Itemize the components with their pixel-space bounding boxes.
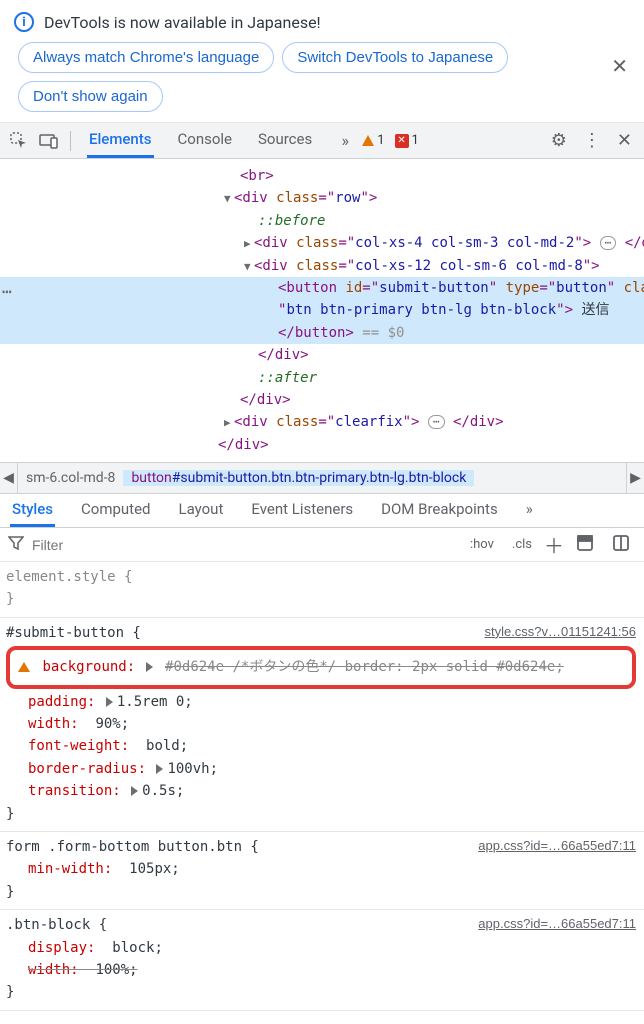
dont-show-again-button[interactable]: Don't show again: [18, 81, 163, 112]
more-tabs-chevron[interactable]: »: [332, 128, 358, 154]
dom-tree[interactable]: ⋯ <br> ▼<div class="row"> ::before ▶<div…: [0, 159, 644, 462]
eq-dollar-zero: == $0: [362, 325, 404, 341]
highlighted-invalid-property: background: #0d624e /*ボタンの色*/ border: 2p…: [6, 646, 636, 688]
rule-submit-button[interactable]: style.css?v…01151241:56 #submit-button {…: [0, 618, 644, 832]
pseudo-before[interactable]: ::before: [258, 213, 325, 229]
expand-shorthand-icon[interactable]: [156, 764, 163, 774]
dom-node[interactable]: <br>: [240, 168, 274, 184]
subtab-styles[interactable]: Styles: [10, 494, 55, 527]
expand-shorthand-icon[interactable]: [131, 786, 138, 796]
new-style-rule-icon[interactable]: ＋: [544, 530, 564, 559]
styles-pane: element.style { } style.css?v…01151241:5…: [0, 562, 644, 1011]
collapsed-ellipsis[interactable]: ⋯: [428, 415, 445, 429]
expand-shorthand-icon[interactable]: [146, 662, 153, 672]
error-icon: ✕: [395, 134, 409, 148]
rule-btn-block[interactable]: app.css?id=…66a55ed7:11 .btn-block { dis…: [0, 910, 644, 1011]
always-match-button[interactable]: Always match Chrome's language: [18, 42, 274, 73]
rule-source-link[interactable]: app.css?id=…66a55ed7:11: [478, 836, 636, 857]
close-notification-icon[interactable]: ✕: [611, 54, 628, 78]
devtools-toolbar: Elements Console Sources » 1 ✕ 1 ⚙ ⋮ ✕: [0, 123, 644, 159]
breadcrumb: ◀ sm-6.col-md-8 button#submit-button.btn…: [0, 462, 644, 494]
inspect-element-icon[interactable]: [6, 128, 32, 154]
dom-node[interactable]: </div>: [240, 392, 291, 408]
breadcrumb-item-selected[interactable]: button#submit-button.btn.btn-primary.btn…: [123, 470, 474, 486]
rule-close: }: [6, 981, 636, 1003]
selected-dom-node[interactable]: <button id="submit-button" type="button"…: [0, 277, 644, 344]
errors-badge[interactable]: ✕ 1: [395, 133, 419, 148]
rule-close: }: [6, 881, 636, 903]
toolbar-separator: [70, 131, 71, 151]
kebab-menu-icon[interactable]: ⋮: [577, 130, 607, 151]
pseudo-after[interactable]: ::after: [258, 370, 317, 386]
subtab-computed[interactable]: Computed: [79, 494, 153, 527]
settings-gear-icon[interactable]: ⚙: [545, 130, 573, 151]
dom-node[interactable]: </div>: [258, 347, 309, 363]
breadcrumb-scroll-right[interactable]: ▶: [626, 463, 644, 493]
computed-pane-icon[interactable]: [606, 534, 636, 556]
tab-sources[interactable]: Sources: [256, 123, 314, 158]
subtab-layout[interactable]: Layout: [177, 494, 226, 527]
toggle-hov[interactable]: :hov: [464, 537, 500, 552]
warning-count: 1: [377, 133, 384, 148]
warning-icon: [18, 662, 30, 672]
device-toggle-icon[interactable]: [36, 128, 62, 154]
breadcrumb-scroll-left[interactable]: ◀: [0, 463, 18, 493]
styles-filter-bar: :hov .cls ＋: [0, 528, 644, 562]
rule-form-bottom-button[interactable]: app.css?id=…66a55ed7:11 form .form-botto…: [0, 832, 644, 910]
switch-japanese-button[interactable]: Switch DevTools to Japanese: [282, 42, 508, 73]
collapsed-ellipsis[interactable]: ⋯: [600, 236, 617, 250]
rule-element-style[interactable]: element.style { }: [0, 562, 644, 618]
rule-selector: element.style {: [6, 566, 636, 588]
expand-toggle-icon[interactable]: ▶: [224, 414, 234, 432]
subtab-event-listeners[interactable]: Event Listeners: [249, 494, 355, 527]
notification-message: DevTools is now available in Japanese!: [44, 13, 321, 32]
rule-close: }: [6, 803, 636, 825]
rule-source-link[interactable]: app.css?id=…66a55ed7:11: [478, 914, 636, 935]
info-icon: i: [14, 12, 34, 32]
toggle-cls[interactable]: .cls: [506, 537, 538, 552]
tab-console[interactable]: Console: [176, 123, 235, 158]
rule-source-link[interactable]: style.css?v…01151241:56: [484, 622, 636, 643]
close-devtools-icon[interactable]: ✕: [611, 130, 638, 151]
subtab-more[interactable]: »: [524, 494, 535, 527]
rule-close: }: [6, 588, 636, 610]
error-count: 1: [412, 133, 419, 148]
tab-elements[interactable]: Elements: [87, 123, 154, 158]
breadcrumb-item[interactable]: sm-6.col-md-8: [18, 470, 123, 486]
warning-icon: [362, 135, 374, 146]
language-notification: i DevTools is now available in Japanese!…: [0, 0, 644, 123]
styles-subtabs: Styles Computed Layout Event Listeners D…: [0, 494, 644, 528]
warnings-badge[interactable]: 1: [362, 133, 384, 148]
expand-toggle-icon[interactable]: ▶: [244, 235, 254, 253]
subtab-dom-breakpoints[interactable]: DOM Breakpoints: [379, 494, 500, 527]
dom-node[interactable]: </div>: [218, 437, 269, 453]
expand-toggle-icon[interactable]: ▼: [244, 258, 254, 276]
expand-shorthand-icon[interactable]: [106, 697, 113, 707]
row-actions-icon[interactable]: ⋯: [2, 279, 14, 305]
expand-toggle-icon[interactable]: ▼: [224, 190, 234, 208]
styles-pane-icon[interactable]: [570, 534, 600, 556]
styles-filter-input[interactable]: [30, 536, 458, 554]
filter-funnel-icon[interactable]: [8, 535, 24, 555]
